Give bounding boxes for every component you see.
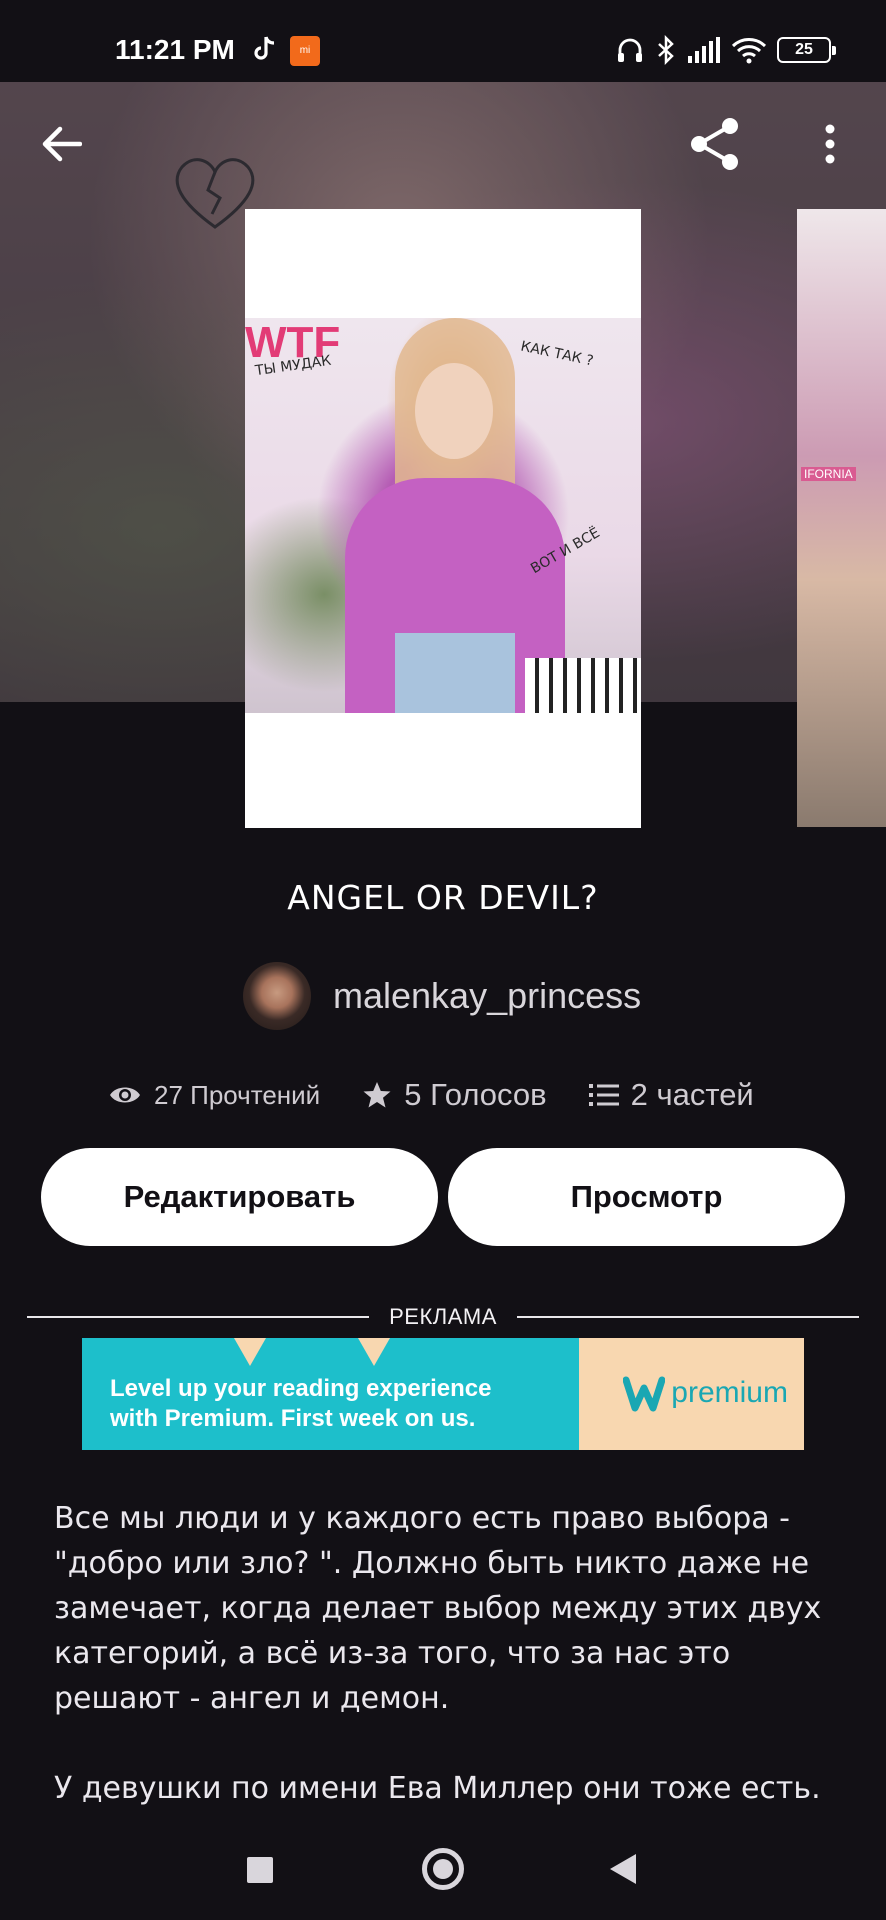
share-button[interactable] (680, 112, 750, 176)
tiktok-icon (254, 36, 275, 60)
author-name[interactable]: malenkay_princess (333, 975, 641, 1017)
description-paragraph-1: Все мы люди и у каждого есть право выбор… (54, 1501, 822, 1716)
ad-text: Level up your reading experience with Pr… (110, 1374, 491, 1434)
reads-stat: 27 Прочтений (108, 1080, 320, 1111)
home-icon[interactable] (422, 1848, 464, 1890)
status-icons: 25 (615, 34, 836, 66)
story-cover[interactable]: WTF ТЫ МУДАК КАК ТАК ? ВОТ И ВСЁ (245, 209, 641, 828)
cover-text-2: КАК ТАК ? (519, 338, 595, 370)
headset-icon (618, 38, 642, 62)
story-stats: 27 Прочтений 5 Голосов 2 частей (108, 1070, 754, 1120)
ad-notch-left (234, 1338, 266, 1366)
next-cover-label: IFORNIA (801, 467, 856, 481)
ad-banner[interactable]: Level up your reading experience with Pr… (82, 1338, 804, 1450)
more-options-button[interactable] (800, 112, 860, 176)
wifi-icon (731, 38, 767, 64)
cover-piano (525, 658, 641, 713)
recent-apps-icon[interactable] (247, 1857, 273, 1883)
arrow-left-icon (42, 126, 82, 162)
preview-button[interactable]: Просмотр (448, 1148, 845, 1246)
back-button[interactable] (30, 112, 94, 176)
share-icon (691, 118, 738, 170)
divider-line-right (516, 1316, 859, 1318)
story-title: ANGEL OR DEVIL? (287, 878, 599, 917)
system-nav-bar (0, 1810, 886, 1920)
author-row[interactable]: malenkay_princess (243, 961, 641, 1031)
ad-line-1: Level up your reading experience (110, 1375, 492, 1402)
cover-jeans (395, 633, 515, 713)
avatar[interactable] (243, 962, 311, 1030)
divider-line-left (27, 1316, 370, 1318)
eye-icon (110, 1087, 140, 1103)
ad-brand: premium (623, 1372, 788, 1414)
ad-label: РЕКЛАМА (389, 1304, 497, 1329)
ad-notch-right (358, 1338, 390, 1366)
parts-stat: 2 частей (588, 1077, 754, 1113)
next-story-cover[interactable]: IFORNIA (797, 209, 886, 827)
bluetooth-icon (658, 35, 674, 65)
signal-icon (688, 37, 720, 63)
star-icon (363, 1082, 391, 1108)
cover-image: WTF ТЫ МУДАК КАК ТАК ? ВОТ И ВСЁ (245, 318, 641, 713)
ad-brand-name: premium (671, 1376, 788, 1409)
status-bar: 11:21 PM mi 25 (0, 0, 886, 82)
status-time: 11:21 PM (115, 34, 235, 65)
reads-count: 27 Прочтений (154, 1079, 321, 1110)
votes-count: 5 Голосов (404, 1077, 547, 1112)
battery-icon: 25 (777, 37, 836, 63)
ad-divider: РЕКЛАМА (27, 1304, 859, 1329)
mi-app-icon: mi (290, 36, 320, 66)
story-description: Все мы люди и у каждого есть право выбор… (54, 1496, 844, 1856)
more-vertical-icon (825, 124, 835, 164)
votes-stat: 5 Голосов (362, 1077, 547, 1113)
ad-line-2: with Premium. First week on us. (110, 1405, 476, 1432)
wattpad-logo-icon (623, 1376, 666, 1412)
parts-count: 2 частей (630, 1077, 754, 1112)
edit-button[interactable]: Редактировать (41, 1148, 438, 1246)
back-icon[interactable] (610, 1854, 636, 1884)
cover-face (415, 363, 493, 459)
list-icon (588, 1084, 619, 1106)
description-paragraph-2: У девушки по имени Ева Миллер они тоже е… (54, 1771, 821, 1806)
